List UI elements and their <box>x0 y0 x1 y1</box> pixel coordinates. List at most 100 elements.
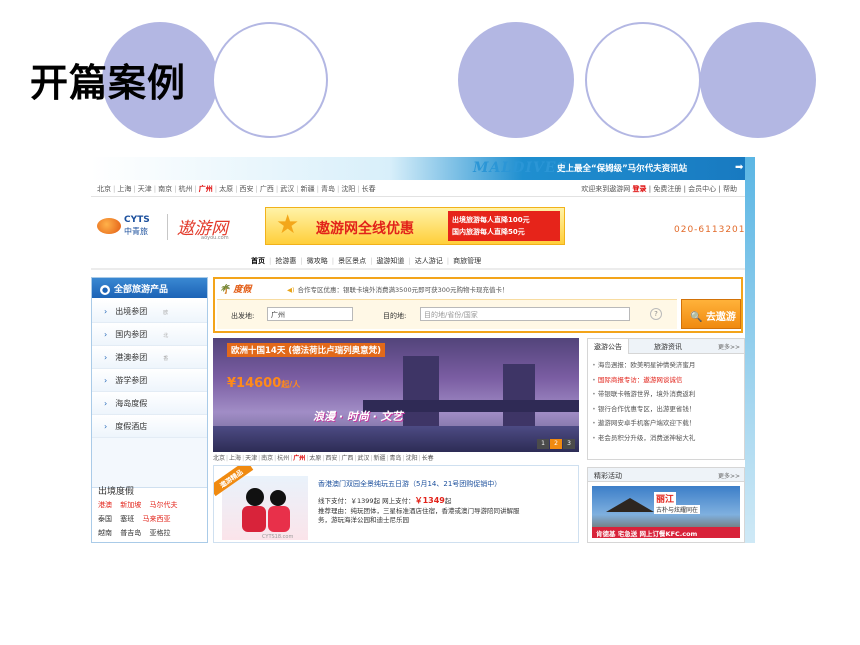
top-promo-banner[interactable]: MALDIVES 史上最全“保姆级”马尔代夫资讯站 ➡ <box>91 157 755 180</box>
city-link-secondary[interactable]: 天津 <box>245 455 257 462</box>
nav-item[interactable]: 达人游记 <box>415 257 443 265</box>
city-link[interactable]: 新疆 <box>301 185 315 193</box>
city-link[interactable]: 武汉 <box>280 185 294 193</box>
dest-link[interactable]: 马来西亚 <box>142 515 170 523</box>
dest-link[interactable]: 港澳 <box>98 501 112 509</box>
tab-travel-info[interactable]: 旅游资讯 <box>654 342 682 352</box>
search-button[interactable]: 🔍 去遨游 <box>681 299 741 329</box>
category-item[interactable]: › 海岛度假 <box>92 392 207 415</box>
city-link-secondary[interactable]: 青岛 <box>390 455 402 462</box>
events-more-link[interactable]: 更多>> <box>718 471 740 480</box>
news-item[interactable]: • 银行合作优惠专区，出游更省钱！ <box>592 403 742 418</box>
city-link[interactable]: 南京 <box>158 185 172 193</box>
separator: | <box>300 257 303 265</box>
decor-circle-3 <box>458 22 574 138</box>
city-link-secondary[interactable]: 长春 <box>422 455 434 462</box>
dest-link[interactable]: 塞班 <box>120 515 134 523</box>
tab-vacation[interactable]: 🌴 度假 <box>219 282 251 295</box>
city-link[interactable]: 广西 <box>260 185 274 193</box>
register-link[interactable]: 免费注册 <box>653 185 681 193</box>
city-link[interactable]: 西安 <box>240 185 254 193</box>
news-item[interactable]: • 带银联卡畅游世界，境外消费返利 <box>592 388 742 403</box>
help-icon[interactable]: ? <box>650 308 662 320</box>
login-link[interactable]: 登录 <box>633 185 647 193</box>
event-banner[interactable]: 丽江 古朴与炫耀同在 肯德基 宅急送 网上订餐KFC.com <box>592 486 740 538</box>
city-link-secondary[interactable]: 广西 <box>341 455 353 462</box>
category-label: 国内参团 <box>115 330 148 339</box>
city-link[interactable]: 广州 <box>199 185 213 193</box>
dest-link[interactable]: 亚格拉 <box>149 529 170 537</box>
city-link-secondary[interactable]: 西安 <box>325 455 337 462</box>
city-link[interactable]: 北京 <box>97 185 111 193</box>
pager-dot-active[interactable]: 2 <box>550 439 562 449</box>
city-link[interactable]: 上海 <box>117 185 131 193</box>
separator: | <box>408 257 411 265</box>
city-link[interactable]: 太原 <box>219 185 233 193</box>
category-header: ● 全部旅游产品 <box>92 278 207 298</box>
nav-item[interactable]: 遨游知道 <box>376 257 404 265</box>
category-label: 游学参团 <box>115 376 148 385</box>
category-item[interactable]: › 出境参团 欧 <box>92 300 207 323</box>
city-link[interactable]: 沈阳 <box>341 185 355 193</box>
category-item[interactable]: › 国内参团 北 <box>92 323 207 346</box>
city-link[interactable]: 杭州 <box>178 185 192 193</box>
pager-dot[interactable]: 3 <box>563 439 575 449</box>
dest-link[interactable]: 泰国 <box>98 515 112 523</box>
pager-dot[interactable]: 1 <box>537 439 549 449</box>
separator: | <box>296 185 299 193</box>
nav-item[interactable]: 商旅管理 <box>453 257 481 265</box>
kfc-ad-strip[interactable]: 肯德基 宅急送 网上订餐KFC.com <box>592 527 740 538</box>
nav-item[interactable]: 微攻略 <box>307 257 328 265</box>
city-link[interactable]: 青岛 <box>321 185 335 193</box>
dest-link[interactable]: 越南 <box>98 529 112 537</box>
hero-carousel[interactable]: 欧洲十国14天 (德法荷比卢瑞列奥意梵) ¥14600起/人 浪漫 · 时尚 ·… <box>213 338 579 452</box>
nav-item[interactable]: 景区景点 <box>338 257 366 265</box>
news-item[interactable]: • 海岛週报：欧美明星钟情癸济蜜月 <box>592 359 742 374</box>
city-bar: 北京 | 上海 | 天津 | 南京 | 杭州 | 广州 | 太原 | 西安 | 广西 | 武汉 | 新疆 | 青岛 | 沈阳 | 长… <box>91 180 755 197</box>
event-city: 丽江 <box>654 492 677 505</box>
dest-link[interactable]: 普吉岛 <box>120 529 141 537</box>
city-link-secondary[interactable]: 北京 <box>213 455 225 462</box>
arrow-right-icon[interactable]: ➡ <box>735 162 743 173</box>
notice-text[interactable]: ◀) 合作专区优惠：银联卡境外消费满3500元即可获300元购物卡现充值卡！ <box>287 284 509 294</box>
city-link-secondary[interactable]: 广州 <box>293 455 305 462</box>
bullet-icon: • <box>592 404 596 413</box>
deal-title[interactable]: 香港澳门双园全景纯玩五日游（5月14、21号团购促销中） <box>318 479 501 489</box>
promo-banner[interactable]: ★ 遨游网全线优惠 出境旅游每人直降100元 国内旅游每人直降50元 <box>265 207 565 245</box>
dest-link[interactable]: 新加坡 <box>120 501 141 509</box>
city-link-secondary[interactable]: 杭州 <box>277 455 289 462</box>
search-form: 出发地: 广州 目的地: 目的地/省份/国家 ? <box>217 299 677 329</box>
nav-item[interactable]: 首页 <box>251 257 265 265</box>
events-panel: 精彩活动 更多>> 丽江 古朴与炫耀同在 肯德基 宅急送 网上订餐KFC.com <box>587 467 745 543</box>
dest-link[interactable]: 马尔代夫 <box>149 501 177 509</box>
header: CYTS 中青旅 遨游网 aoyou.com ★ 遨游网全线优惠 出境旅游每人直… <box>91 198 755 250</box>
news-more-link[interactable]: 更多>> <box>718 342 740 351</box>
from-input[interactable]: 广州 <box>267 307 353 321</box>
city-link[interactable]: 长春 <box>362 185 376 193</box>
city-link[interactable]: 天津 <box>138 185 152 193</box>
tab-announcements[interactable]: 遨游公告 <box>588 339 629 354</box>
city-link-secondary[interactable]: 上海 <box>229 455 241 462</box>
city-link-secondary[interactable]: 武汉 <box>357 455 369 462</box>
help-link[interactable]: 帮助 <box>723 185 737 193</box>
decor-circle-5 <box>700 22 816 138</box>
from-label: 出发地: <box>231 312 255 320</box>
category-sub: 欧 <box>163 310 169 316</box>
news-item[interactable]: • 国际商报专访：遨游网谈诚信 <box>592 374 742 389</box>
city-link-secondary[interactable]: 太原 <box>309 455 321 462</box>
deal-image[interactable]: CYTS18.com <box>222 476 308 540</box>
city-link-secondary[interactable]: 沈阳 <box>406 455 418 462</box>
nav-item[interactable]: 抢游惠 <box>275 257 296 265</box>
news-item[interactable]: • 老会员积分升级，消费送神秘大礼 <box>592 432 742 447</box>
city-link-secondary[interactable]: 南京 <box>261 455 273 462</box>
separator: | <box>370 257 373 265</box>
banner-text[interactable]: 史上最全“保姆级”马尔代夫资讯站 <box>557 162 687 174</box>
member-center-link[interactable]: 会员中心 <box>688 185 716 193</box>
category-item[interactable]: › 港澳参团 香 <box>92 346 207 369</box>
category-item[interactable]: › 度假酒店 <box>92 415 207 438</box>
news-item[interactable]: • 遨游网安卓手机客户端欢迎下载！ <box>592 417 742 432</box>
destination-input[interactable]: 目的地/省份/国家 <box>420 307 630 321</box>
featured-deal[interactable]: CYTS18.com 遨游精品 香港澳门双园全景纯玩五日游（5月14、21号团购… <box>213 465 579 543</box>
city-link-secondary[interactable]: 新疆 <box>373 455 385 462</box>
category-item[interactable]: › 游学参团 <box>92 369 207 392</box>
